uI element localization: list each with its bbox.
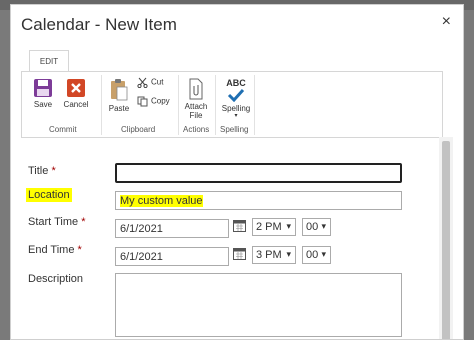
paste-icon: [111, 79, 128, 101]
copy-icon: [137, 96, 148, 107]
spelling-label: Spelling: [221, 104, 251, 113]
dialog-title: Calendar - New Item: [21, 15, 177, 34]
start-time-label: Start Time *: [28, 216, 86, 228]
end-hour-select[interactable]: 3 PM ▾: [252, 246, 296, 264]
copy-button[interactable]: Copy: [137, 96, 170, 107]
start-hour-select[interactable]: 2 PM ▾: [252, 218, 296, 236]
calendar-icon[interactable]: [233, 219, 246, 232]
description-textarea[interactable]: [115, 273, 402, 337]
group-label-commit: Commit: [49, 125, 77, 134]
end-date-input[interactable]: 6/1/2021: [115, 247, 229, 266]
save-label: Save: [33, 100, 53, 109]
location-input[interactable]: My custom value: [115, 191, 402, 210]
attach-label-line2: File: [189, 111, 203, 120]
scrollbar[interactable]: [439, 137, 453, 339]
new-item-dialog: Calendar - New Item × EDIT Save Cancel C…: [10, 4, 464, 340]
spelling-button[interactable]: ABC Spelling ▾: [219, 78, 253, 119]
save-icon: [34, 79, 52, 97]
chevron-down-icon: ▾: [286, 221, 291, 231]
title-label: Title *: [28, 165, 56, 177]
group-label-actions: Actions: [183, 125, 210, 134]
save-button[interactable]: Save: [30, 78, 56, 109]
attach-file-icon: [189, 78, 203, 100]
abc-text: ABC: [226, 78, 246, 88]
chevron-down-icon: ▾: [321, 221, 326, 231]
scrollbar-thumb[interactable]: [442, 141, 450, 339]
checkmark-icon: [227, 88, 245, 102]
cancel-button[interactable]: Cancel: [60, 78, 92, 109]
location-label: Location: [26, 188, 72, 202]
attach-file-button[interactable]: Attach File: [182, 78, 210, 120]
group-divider: [101, 75, 102, 135]
group-divider: [215, 75, 216, 135]
cut-label: Cut: [151, 77, 164, 87]
title-input[interactable]: [115, 163, 402, 183]
group-label-spelling: Spelling: [220, 125, 249, 134]
paste-button[interactable]: Paste: [106, 78, 132, 113]
close-icon[interactable]: ×: [442, 13, 451, 31]
chevron-down-icon: ▾: [234, 113, 238, 119]
group-divider: [254, 75, 255, 135]
description-label: Description: [28, 273, 84, 285]
chevron-down-icon: ▾: [321, 249, 326, 259]
attach-label-line1: Attach: [184, 102, 208, 111]
cut-button[interactable]: Cut: [137, 77, 164, 89]
end-minute-select[interactable]: 00 ▾: [302, 246, 331, 264]
ribbon: Save Cancel Commit Paste Cut Copy Clipbo…: [21, 71, 443, 138]
start-minute-select[interactable]: 00 ▾: [302, 218, 331, 236]
calendar-icon[interactable]: [233, 247, 246, 260]
tab-edit[interactable]: EDIT: [29, 50, 69, 72]
cancel-label: Cancel: [63, 100, 89, 109]
chevron-down-icon: ▾: [286, 249, 291, 259]
scissors-icon: [137, 77, 148, 89]
paste-label: Paste: [108, 104, 130, 113]
group-label-clipboard: Clipboard: [121, 125, 156, 134]
cancel-icon: [67, 79, 85, 97]
end-time-label: End Time *: [28, 244, 82, 256]
group-divider: [178, 75, 179, 135]
start-date-input[interactable]: 6/1/2021: [115, 219, 229, 238]
copy-label: Copy: [151, 96, 170, 106]
